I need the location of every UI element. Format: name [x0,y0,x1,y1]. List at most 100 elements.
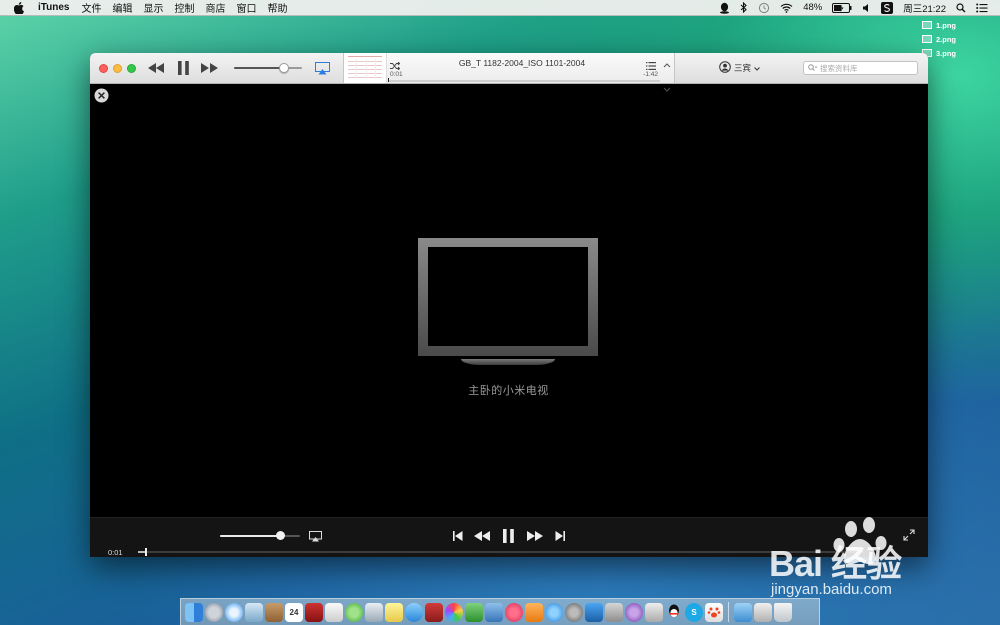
chevron-up-icon[interactable] [663,55,671,73]
iphoto-icon[interactable] [445,602,463,622]
video-scrubber[interactable] [138,551,864,553]
system-preferences-icon[interactable] [565,602,583,622]
watermark-logo-text: Bai 经验 [769,543,902,584]
ibooks-icon[interactable] [525,602,543,622]
safari-icon[interactable] [225,602,243,622]
chevron-down-icon [754,63,760,73]
skype-icon[interactable]: S [685,602,703,622]
itunes-toolbar: GB_T 1182-2004_ISO 1101-2004 0:01 -1:42 [90,53,928,92]
xcode-icon[interactable] [585,602,603,622]
previous-chapter-button[interactable] [452,530,464,542]
photo-booth-icon[interactable] [425,602,443,622]
trash-icon[interactable] [774,602,792,622]
cube-app-icon[interactable] [645,602,663,622]
dictionary-icon[interactable] [305,602,323,622]
desktop-file-name: 2.png [936,34,956,44]
pause-button[interactable] [176,60,190,76]
video-volume-knob[interactable] [276,531,285,540]
rewind-button[interactable] [147,62,165,74]
numbers-icon[interactable] [465,602,483,622]
wifi-icon[interactable] [780,3,793,13]
menubar-clock[interactable]: 周三21:22 [903,1,946,15]
lcd-playhead[interactable] [388,78,389,82]
apple-menu-icon[interactable] [12,1,26,14]
menu-file[interactable]: 文件 [81,0,101,15]
menu-window[interactable]: 窗口 [236,0,256,15]
preview-alt-icon[interactable] [365,602,383,622]
launchpad-icon[interactable] [205,602,223,622]
finder-icon[interactable] [185,602,203,622]
contacts-icon[interactable] [265,602,283,622]
menu-app-name[interactable]: iTunes [38,2,69,13]
video-playhead[interactable] [145,548,148,556]
bluetooth-icon[interactable] [740,2,748,13]
library-search[interactable] [803,61,918,75]
menu-view[interactable]: 显示 [143,0,163,15]
menu-edit[interactable]: 编辑 [112,0,132,15]
itunes-icon[interactable] [505,602,523,622]
dock-separator [728,602,729,622]
window-zoom-button[interactable] [127,64,136,73]
notes-icon[interactable] [385,602,403,622]
boot-camp-icon[interactable] [605,602,623,622]
facetime-icon[interactable] [405,602,423,622]
documents-stack-icon[interactable] [754,602,772,622]
video-fast-forward-button[interactable] [526,530,544,542]
qq-icon[interactable] [665,603,683,622]
user-icon [719,61,731,75]
track-title: GB_T 1182-2004_ISO 1101-2004 [458,58,586,68]
downloads-folder-icon[interactable] [734,602,752,622]
close-video-button[interactable] [94,88,109,103]
spotlight-icon[interactable] [956,2,966,13]
desktop-file[interactable]: 1.png [922,19,956,31]
desktop-file[interactable]: 2.png [922,33,956,45]
lcd-progress-bar[interactable] [388,78,660,82]
desktop-file-name: 1.png [936,20,956,30]
video-scrubber-fill [138,551,146,553]
qq-status-icon[interactable] [719,2,730,14]
virtualbox-icon[interactable] [625,602,643,622]
account-button[interactable]: 三宾 [719,61,760,75]
up-next-list-icon[interactable] [646,57,656,75]
chevron-down-icon[interactable] [663,79,671,97]
lcd-view-toggle[interactable] [662,55,672,97]
baidu-app-icon[interactable] [705,602,723,622]
search-input[interactable] [820,63,910,73]
album-artwork[interactable] [344,53,387,83]
volume-slider-knob[interactable] [279,63,289,73]
menu-help[interactable]: 帮助 [267,0,287,15]
menu-store[interactable]: 商店 [205,0,225,15]
sogou-input-icon[interactable] [881,1,894,14]
time-machine-icon[interactable] [758,2,770,14]
lcd-elapsed-time: 0:01 [390,71,403,78]
calendar-icon[interactable]: 24 [285,602,303,622]
tv-icon [418,238,598,365]
menu-bar: iTunes 文件 编辑 显示 控制 商店 窗口 帮助 48% 周三21:22 [0,0,1000,16]
airplay-device-name: 主卧的小米电视 [468,385,549,397]
preview-icon[interactable] [245,602,263,622]
battery-icon[interactable] [832,2,852,13]
watermark-url: jingyan.baidu.com [771,581,892,598]
notification-center-icon[interactable] [976,3,988,13]
video-pause-button[interactable] [501,528,515,544]
textedit-icon[interactable] [325,602,343,622]
fast-forward-button[interactable] [200,62,218,74]
keynote-icon[interactable] [485,602,503,622]
account-name: 三宾 [734,63,752,73]
airplay-icon[interactable] [314,61,330,75]
video-rewind-button[interactable] [473,530,491,542]
video-volume-fill [220,535,280,537]
video-elapsed-time: 0:01 [108,548,123,557]
airplay-icon[interactable] [308,530,322,542]
volume-icon[interactable] [862,3,871,13]
window-close-button[interactable] [99,64,108,73]
messages-icon[interactable] [345,602,363,622]
app-store-icon[interactable] [545,602,563,622]
image-file-icon [922,35,932,43]
next-chapter-button[interactable] [554,530,566,542]
search-icon [808,59,818,77]
window-minimize-button[interactable] [113,64,122,73]
now-playing-display: GB_T 1182-2004_ISO 1101-2004 0:01 -1:42 [343,53,675,92]
airplay-device-panel: 主卧的小米电视 [417,237,600,412]
menu-controls[interactable]: 控制 [174,0,194,15]
